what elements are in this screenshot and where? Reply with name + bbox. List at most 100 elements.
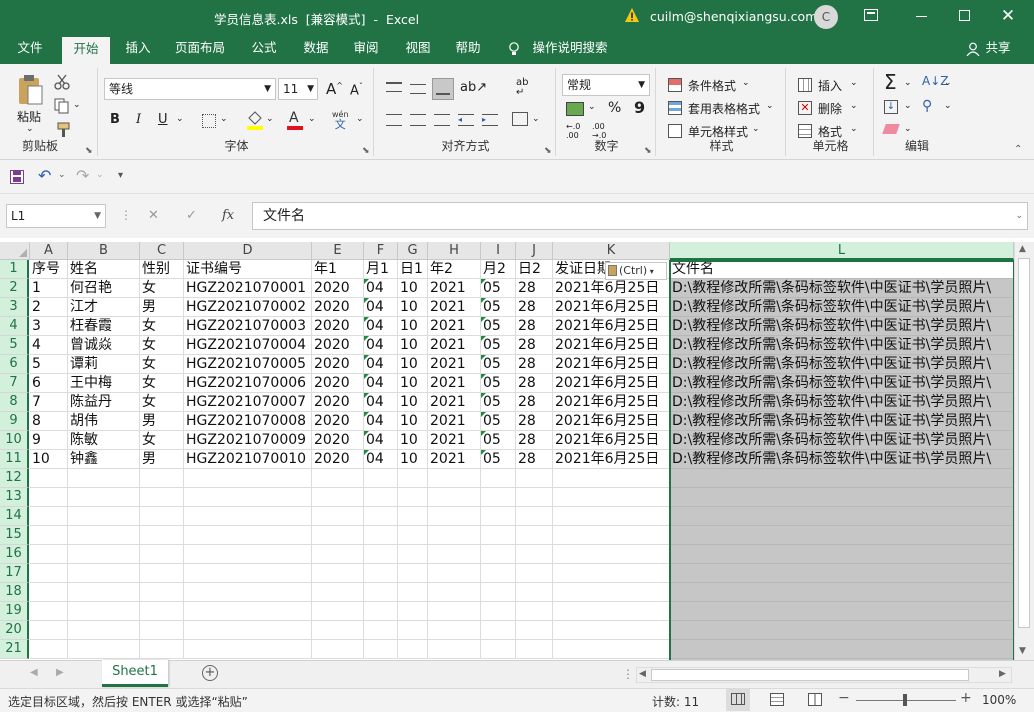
cell-k9[interactable]: 2021年6月25日 [553,412,670,431]
undo-dropdown-icon[interactable]: ⌄ [58,170,66,180]
cell-f7[interactable]: 04 [364,374,398,393]
cell-d11[interactable]: HGZ2021070010 [184,450,312,469]
cell-l13[interactable] [670,488,1014,507]
text-number-indicator-icon[interactable] [481,298,486,303]
cell-d2[interactable]: HGZ2021070001 [184,279,312,298]
cell-l4[interactable]: D:\教程修改所需\条码标签软件\中医证书\学员照片\ [670,317,1014,336]
cell-c13[interactable] [140,488,184,507]
alignment-launcher-icon[interactable]: ⬊ [544,146,552,156]
cell-f14[interactable] [364,507,398,526]
cell-f4[interactable]: 04 [364,317,398,336]
row-header-6[interactable]: 6 [0,355,29,374]
cell-k18[interactable] [553,583,670,602]
cell-d18[interactable] [184,583,312,602]
phonetic-dropdown-icon[interactable]: ⌄ [356,114,364,124]
text-number-indicator-icon[interactable] [364,374,369,379]
cell-l1[interactable]: 文件名 [670,260,1014,279]
row-header-1[interactable]: 1 [0,260,29,279]
text-number-indicator-icon[interactable] [364,355,369,360]
merge-center-icon[interactable] [512,112,528,126]
cell-j12[interactable] [516,469,553,488]
top-align-icon[interactable] [386,82,402,92]
percent-button[interactable]: % [608,100,621,116]
font-name-box[interactable]: 等线 ▼ [104,78,276,100]
autosum-icon[interactable]: Σ [884,70,897,94]
tab-view[interactable]: 视图 [398,34,438,64]
column-header-c[interactable]: C [140,242,184,260]
italic-button[interactable]: I [136,112,141,127]
row-header-8[interactable]: 8 [0,393,29,412]
cell-c3[interactable]: 男 [140,298,184,317]
cell-a8[interactable]: 7 [30,393,68,412]
cancel-entry-icon[interactable]: ✕ [148,208,159,223]
chevron-down-icon[interactable]: ⌄ [944,101,952,111]
cell-f6[interactable]: 04 [364,355,398,374]
cell-c17[interactable] [140,564,184,583]
cell-j17[interactable] [516,564,553,583]
cell-e9[interactable]: 2020 [312,412,364,431]
cell-j21[interactable] [516,640,553,659]
cell-i11[interactable]: 05 [481,450,516,469]
text-number-indicator-icon[interactable] [364,298,369,303]
cell-h16[interactable] [428,545,481,564]
undo-icon[interactable]: ↶ [38,166,51,185]
cell-e16[interactable] [312,545,364,564]
clear-icon[interactable] [882,124,900,134]
cell-j3[interactable]: 28 [516,298,553,317]
wrap-text-icon[interactable]: ab ↵ [516,78,534,98]
zoom-level[interactable]: 100% [982,693,1016,707]
delete-cells-button[interactable]: 删除 [818,100,842,117]
text-number-indicator-icon[interactable] [481,374,486,379]
cell-g21[interactable] [398,640,428,659]
tab-data[interactable]: 数据 [296,34,336,64]
cell-c6[interactable]: 女 [140,355,184,374]
sheet-next-icon[interactable]: ▶ [56,667,64,678]
font-color-dropdown-icon[interactable]: ⌄ [308,114,316,124]
cell-b19[interactable] [68,602,140,621]
cell-i8[interactable]: 05 [481,393,516,412]
row-header-2[interactable]: 2 [0,279,29,298]
cell-e10[interactable]: 2020 [312,431,364,450]
cell-c18[interactable] [140,583,184,602]
cell-i10[interactable]: 05 [481,431,516,450]
row-header-17[interactable]: 17 [0,564,29,583]
cell-e19[interactable] [312,602,364,621]
zoom-out-icon[interactable]: − [838,690,850,706]
cell-a16[interactable] [30,545,68,564]
cell-c20[interactable] [140,621,184,640]
decrease-indent-icon[interactable]: ◂ [458,114,474,126]
cell-j4[interactable]: 28 [516,317,553,336]
cell-b15[interactable] [68,526,140,545]
cell-b5[interactable]: 曾诚焱 [68,336,140,355]
cell-a5[interactable]: 4 [30,336,68,355]
cell-k12[interactable] [553,469,670,488]
text-number-indicator-icon[interactable] [481,317,486,322]
cell-h17[interactable] [428,564,481,583]
cell-g3[interactable]: 10 [398,298,428,317]
column-header-k[interactable]: K [553,242,670,260]
zoom-slider[interactable] [856,694,956,706]
confirm-entry-icon[interactable]: ✓ [186,208,197,223]
split-handle-icon[interactable]: ⋮ [622,667,634,681]
column-header-h[interactable]: H [428,242,481,260]
middle-align-icon[interactable] [410,84,426,94]
cell-c1[interactable]: 性别 [140,260,184,279]
cell-b8[interactable]: 陈益丹 [68,393,140,412]
redo-icon[interactable]: ↷ [76,166,89,185]
cell-g6[interactable]: 10 [398,355,428,374]
cell-d17[interactable] [184,564,312,583]
cell-a9[interactable]: 8 [30,412,68,431]
cell-a10[interactable]: 9 [30,431,68,450]
row-header-5[interactable]: 5 [0,336,29,355]
cell-h9[interactable]: 2021 [428,412,481,431]
cell-a7[interactable]: 6 [30,374,68,393]
text-number-indicator-icon[interactable] [481,355,486,360]
column-header-a[interactable]: A [30,242,68,260]
cell-j11[interactable]: 28 [516,450,553,469]
cell-a14[interactable] [30,507,68,526]
scroll-right-icon[interactable]: ▶ [999,669,1006,679]
chevron-down-icon[interactable]: ▼ [638,75,645,95]
horizontal-scroll-thumb[interactable] [651,669,969,681]
currency-dropdown-icon[interactable]: ⌄ [588,102,596,112]
cell-b3[interactable]: 江才 [68,298,140,317]
